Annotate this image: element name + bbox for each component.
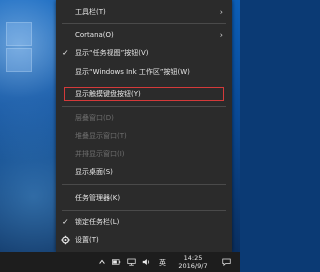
menu-item-lock-taskbar[interactable]: ✓ 锁定任务栏(L) [56, 214, 232, 230]
menu-separator [62, 23, 226, 24]
menu-item-label: 并排显示窗口(I) [75, 150, 125, 158]
action-center-icon[interactable] [222, 258, 231, 266]
menu-item-show-task-view[interactable]: ✓ 显示“任务视图”按钮(V) [56, 45, 232, 61]
clock-date: 2016/9/7 [178, 262, 208, 270]
menu-item-label: 任务管理器(K) [75, 194, 121, 202]
menu-item-show-desktop[interactable]: 显示桌面(S) [56, 164, 232, 180]
menu-item-stack-windows: 堆叠显示窗口(T) [56, 128, 232, 144]
checkmark-icon: ✓ [62, 48, 69, 58]
battery-icon[interactable] [112, 258, 121, 266]
checkmark-icon: ✓ [62, 217, 69, 227]
menu-item-show-windows-ink[interactable]: 显示“Windows Ink 工作区”按钮(W) [56, 64, 232, 80]
menu-item-task-manager[interactable]: 任务管理器(K) [56, 190, 232, 206]
menu-item-label: 锁定任务栏(L) [75, 218, 120, 226]
chevron-right-icon: › [219, 7, 223, 17]
taskbar[interactable]: 英 14:25 2016/9/7 [0, 252, 240, 272]
menu-item-cortana[interactable]: Cortana(O) › [56, 27, 232, 43]
menu-item-label: Cortana(O) [75, 31, 114, 39]
menu-item-label: 工具栏(T) [75, 8, 106, 16]
menu-item-label: 设置(T) [75, 236, 99, 244]
windows-logo-pane [6, 48, 32, 72]
menu-item-label: 显示桌面(S) [75, 168, 113, 176]
menu-item-cascade-windows: 层叠窗口(D) [56, 110, 232, 126]
network-icon[interactable] [127, 258, 136, 266]
input-method-indicator[interactable]: 英 [159, 258, 166, 268]
menu-separator [62, 106, 226, 107]
menu-item-label: 显示“Windows Ink 工作区”按钮(W) [75, 68, 190, 76]
volume-icon[interactable] [142, 258, 151, 266]
menu-item-toolbars[interactable]: 工具栏(T) › [56, 4, 232, 20]
clock-time: 14:25 [183, 254, 203, 262]
taskbar-context-menu: 工具栏(T) › Cortana(O) › ✓ 显示“任务视图”按钮(V) 显示… [56, 0, 232, 252]
menu-item-side-by-side: 并排显示窗口(I) [56, 146, 232, 162]
menu-item-label: 显示触摸键盘按钮(Y) [75, 90, 141, 98]
chevron-right-icon: › [219, 30, 223, 40]
menu-separator [62, 210, 226, 211]
clock[interactable]: 14:25 2016/9/7 [178, 254, 208, 270]
menu-item-label: 堆叠显示窗口(T) [75, 132, 127, 140]
menu-item-settings[interactable]: 设置(T) [56, 232, 232, 248]
menu-item-label: 显示“任务视图”按钮(V) [75, 49, 149, 57]
menu-separator [62, 184, 226, 185]
gear-icon [61, 235, 70, 245]
menu-item-show-touch-keyboard[interactable]: 显示触摸键盘按钮(Y) [56, 86, 232, 102]
windows-logo-pane [6, 22, 32, 46]
menu-item-label: 层叠窗口(D) [75, 114, 114, 122]
show-hidden-icons-icon[interactable] [98, 258, 106, 266]
